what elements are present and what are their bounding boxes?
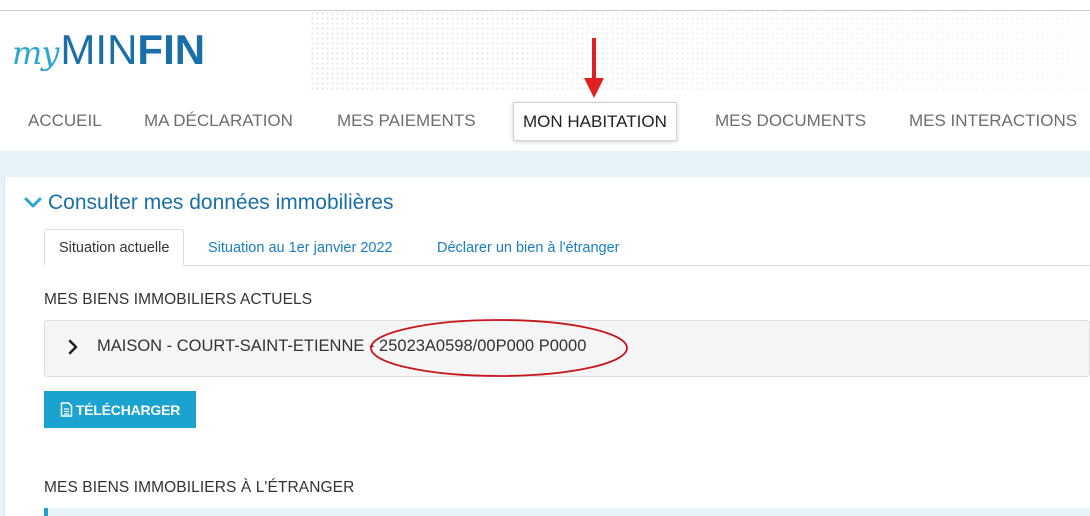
tab-situation-1er-janvier-2022[interactable]: Situation au 1er janvier 2022	[208, 240, 393, 256]
property-row[interactable]: MAISON - COURT-SAINT-ETIENNE - 25023A059…	[44, 320, 1090, 377]
nav-item-mon-habitation[interactable]: MON HABITATION	[513, 102, 677, 141]
chevron-down-icon	[24, 197, 42, 208]
logo-fin: FIN	[137, 26, 206, 73]
tab-situation-actuelle[interactable]: Situation actuelle	[44, 229, 185, 266]
chevron-right-icon	[68, 339, 78, 355]
tabs-baseline	[44, 265, 1090, 266]
nav-item-ma-declaration[interactable]: MA DÉCLARATION	[144, 111, 293, 131]
nav-item-accueil[interactable]: ACCUEIL	[28, 111, 102, 131]
header-dot-pattern	[310, 11, 1090, 91]
red-arrow-annotation	[584, 38, 604, 98]
tab-declarer-bien-etranger[interactable]: Déclarer un bien à l'étranger	[437, 240, 620, 256]
section-title: Consulter mes données immobilières	[48, 191, 394, 214]
foreign-properties-heading: MES BIENS IMMOBILIERS À L'ÉTRANGER	[44, 479, 355, 496]
logo-min: MIN	[60, 26, 138, 73]
foreign-properties-panel	[44, 508, 1090, 516]
download-button[interactable]: TÉLÉCHARGER	[44, 391, 196, 428]
document-icon	[60, 402, 73, 417]
site-header: my MIN FIN ACCUEIL MA DÉCLARATION MES PA…	[0, 11, 1090, 151]
nav-item-mes-paiements[interactable]: MES PAIEMENTS	[337, 111, 476, 131]
download-button-label: TÉLÉCHARGER	[75, 401, 181, 418]
current-properties-heading: MES BIENS IMMOBILIERS ACTUELS	[44, 291, 313, 308]
property-label: MAISON - COURT-SAINT-ETIENNE - 25023A059…	[97, 337, 587, 355]
myminfin-logo[interactable]: my MIN FIN	[12, 26, 205, 74]
nav-item-mes-documents[interactable]: MES DOCUMENTS	[715, 111, 866, 131]
nav-item-mes-interactions[interactable]: MES INTERACTIONS	[909, 111, 1077, 131]
logo-my: my	[12, 34, 59, 72]
section-header[interactable]: Consulter mes données immobilières	[24, 191, 394, 215]
main-nav: ACCUEIL MA DÉCLARATION MES PAIEMENTS MON…	[0, 99, 1090, 149]
